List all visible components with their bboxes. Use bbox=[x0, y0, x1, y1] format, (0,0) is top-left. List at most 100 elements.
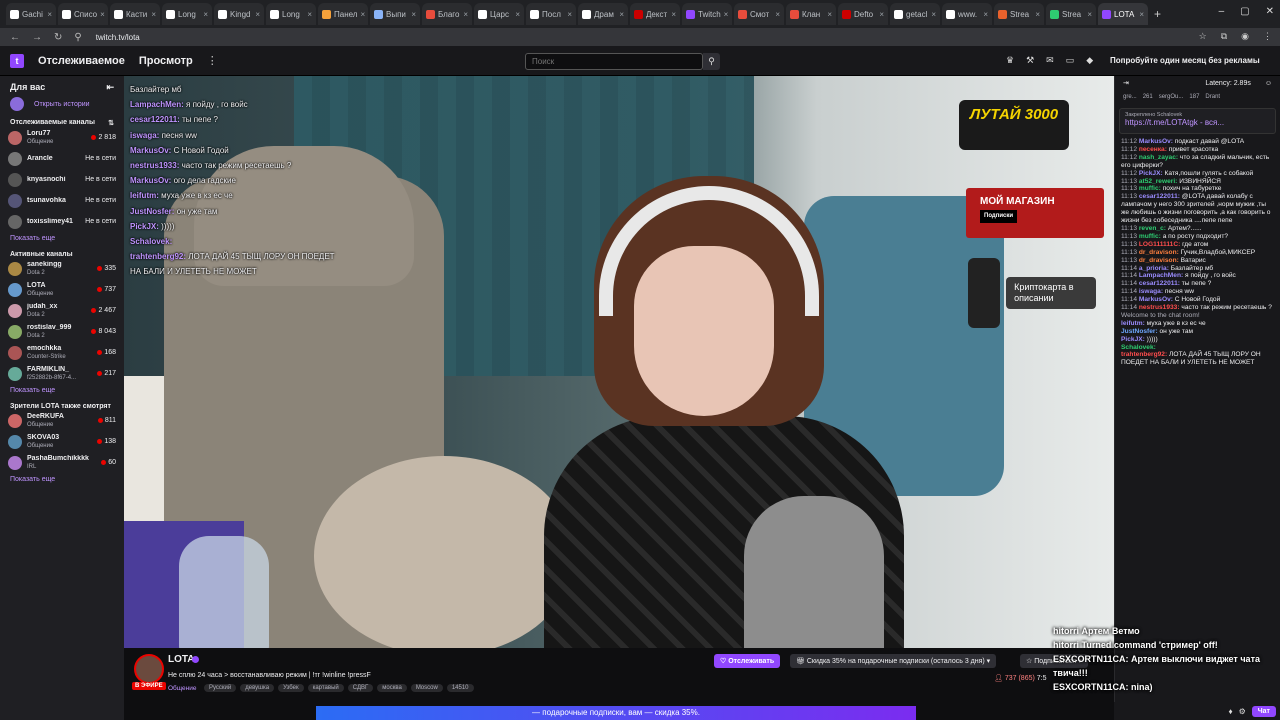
chat-username[interactable]: nash_zayac: bbox=[1139, 154, 1178, 161]
tag[interactable]: девушка bbox=[240, 684, 275, 692]
tag[interactable]: картавый bbox=[307, 684, 344, 692]
search-input[interactable] bbox=[525, 53, 703, 70]
browser-tab[interactable]: Long × bbox=[266, 3, 316, 25]
chat-username[interactable]: JustNosfer: bbox=[1121, 328, 1158, 335]
sort-icon[interactable]: ⇅ bbox=[108, 119, 114, 127]
chat-message[interactable]: 11:13 muffic: а по росту подходит? bbox=[1121, 233, 1274, 241]
tag[interactable]: москва bbox=[377, 684, 407, 692]
url-field[interactable]: twitch.tv/lota bbox=[96, 33, 140, 42]
crypto-card-overlay[interactable]: Криптокарта в описании bbox=[968, 258, 1096, 328]
tab-close-icon[interactable]: × bbox=[47, 10, 52, 19]
tag[interactable]: Moscow bbox=[410, 684, 443, 692]
tab-close-icon[interactable]: × bbox=[203, 10, 208, 19]
sidebar-channel[interactable]: toxisslimey41 Не в сети bbox=[0, 211, 124, 232]
tab-close-icon[interactable]: × bbox=[255, 10, 260, 19]
bits-icon[interactable]: ♦ bbox=[1228, 707, 1232, 716]
chat-username[interactable]: MarkusOv: bbox=[1139, 138, 1173, 145]
browser-tab[interactable]: Драм × bbox=[578, 3, 628, 25]
pinned-link[interactable]: https://t.me/LOTAtgk - вся... bbox=[1125, 118, 1270, 127]
chat-username[interactable]: PickJX: bbox=[1139, 170, 1163, 177]
extensions-icon[interactable]: ⧉ bbox=[1221, 31, 1227, 42]
chat-username[interactable]: песенка: bbox=[1139, 146, 1167, 153]
tab-close-icon[interactable]: × bbox=[619, 10, 624, 19]
tag[interactable]: Русский bbox=[204, 684, 237, 692]
collapse-icon[interactable]: ⇤ bbox=[106, 82, 114, 93]
tools-icon[interactable]: ⚒ bbox=[1026, 55, 1034, 66]
chat-message[interactable]: JustNosfer: он уже там bbox=[1121, 328, 1274, 336]
collapse-chat-icon[interactable]: ⇥ bbox=[1123, 79, 1129, 87]
back-icon[interactable]: ← bbox=[10, 32, 20, 43]
shop-overlay[interactable]: МОЙ МАГАЗИН Подписки bbox=[966, 188, 1104, 238]
forward-icon[interactable]: → bbox=[32, 32, 42, 43]
tab-close-icon[interactable]: × bbox=[463, 10, 468, 19]
lutai-overlay[interactable]: ЛУТАЙ 3000 bbox=[959, 100, 1069, 150]
users-icon[interactable]: ☺ bbox=[1265, 80, 1272, 87]
browser-tab[interactable]: Выпи × bbox=[370, 3, 420, 25]
search-icon[interactable]: ⚲ bbox=[703, 53, 720, 70]
chat-username[interactable]: reven_c: bbox=[1139, 225, 1166, 232]
chat-message[interactable]: 11:13 dr_dravison: Гучик,Владбой,МИКСЕР bbox=[1121, 249, 1274, 257]
crown-icon[interactable]: ♛ bbox=[1006, 55, 1014, 66]
chat-username[interactable]: cesar122011: bbox=[1139, 280, 1180, 287]
browser-tab[interactable]: Списо × bbox=[58, 3, 108, 25]
leaderboard-entry[interactable]: gre... bbox=[1123, 94, 1137, 100]
browser-tab[interactable]: Gachi × bbox=[6, 3, 56, 25]
tab-close-icon[interactable]: × bbox=[775, 10, 780, 19]
pinned-message[interactable]: Закреплено Schalovek https://t.me/LOTAtg… bbox=[1119, 108, 1276, 134]
browser-tab[interactable]: Касти × bbox=[110, 3, 160, 25]
browser-tab[interactable]: getacl × bbox=[890, 3, 940, 25]
prime-promo-button[interactable]: Попробуйте один месяц без рекламы bbox=[1110, 56, 1260, 65]
reload-icon[interactable]: ↻ bbox=[54, 32, 62, 43]
stories-row[interactable]: Открыть истории bbox=[0, 93, 124, 113]
browser-tab[interactable]: www. × bbox=[942, 3, 992, 25]
nav-following[interactable]: Отслеживаемое bbox=[38, 55, 125, 67]
browser-tab[interactable]: Благо × bbox=[422, 3, 472, 25]
chat-message[interactable]: 11:13 reven_c: Артем?...... bbox=[1121, 225, 1274, 233]
maximize-icon[interactable]: ▢ bbox=[1240, 6, 1249, 17]
chat-message[interactable]: 11:14 MarkusOv: С Новой Годой bbox=[1121, 296, 1274, 304]
browser-tab[interactable]: Strea × bbox=[1046, 3, 1096, 25]
browser-tab[interactable]: Twitch × bbox=[682, 3, 732, 25]
tab-close-icon[interactable]: × bbox=[724, 10, 729, 19]
sidebar-channel[interactable]: Arancle Не в сети bbox=[0, 148, 124, 169]
tag[interactable]: СДВГ bbox=[347, 684, 374, 692]
chat-username[interactable]: at52_reweri: bbox=[1139, 178, 1178, 185]
chat-message[interactable]: 11:13 cesar122011: @LOTA давай колабу с … bbox=[1121, 193, 1274, 225]
chat-message[interactable]: 11:13 dr_dravison: Ватарис bbox=[1121, 257, 1274, 265]
show-more-active[interactable]: Показать еще bbox=[0, 384, 124, 397]
tab-close-icon[interactable]: × bbox=[307, 10, 312, 19]
gift-sub-button[interactable]: 🎁︎ Скидка 35% на подарочные подписки (ос… bbox=[790, 654, 997, 668]
leaderboard-entry[interactable]: sergOu... bbox=[1159, 94, 1184, 100]
chat-message[interactable]: trahtenberg92: ЛОТА ДАЙ 45 ТЫЩ ЛОРУ ОН П… bbox=[1121, 351, 1274, 367]
sidebar-channel[interactable]: SKOVA03 Общение 138 bbox=[0, 431, 124, 452]
chat-username[interactable]: LampachMen: bbox=[1139, 272, 1183, 279]
tab-close-icon[interactable]: × bbox=[411, 10, 416, 19]
browser-tab[interactable]: Панел × bbox=[318, 3, 368, 25]
chat-message[interactable]: 11:14 nestrus1933: часто так режим ресет… bbox=[1121, 304, 1274, 312]
tab-close-icon[interactable]: × bbox=[515, 10, 520, 19]
chat-username[interactable]: PickJX: bbox=[1121, 336, 1145, 343]
sidebar-channel[interactable]: Loru77 Общение 2 818 bbox=[0, 127, 124, 148]
tag[interactable]: Узбек bbox=[278, 684, 304, 692]
chat-message[interactable]: 11:12 песенка: привет красотка bbox=[1121, 146, 1274, 154]
browser-tab[interactable]: Клан × bbox=[786, 3, 836, 25]
chat-message[interactable]: 11:12 MarkusOv: подкаст давай @LOTA bbox=[1121, 138, 1274, 146]
sidebar-channel[interactable]: DeeRKUFA Общение 811 bbox=[0, 410, 124, 431]
leaderboard-entry[interactable]: 261 bbox=[1143, 94, 1153, 100]
menu-icon[interactable]: ⋮ bbox=[1263, 31, 1272, 42]
sidebar-channel[interactable]: sanekingg Dota 2 335 bbox=[0, 258, 124, 279]
chat-username[interactable]: a_prioria: bbox=[1139, 265, 1169, 272]
close-icon[interactable]: ✕ bbox=[1266, 6, 1274, 17]
leaderboard-entry[interactable]: Drant bbox=[1205, 94, 1220, 100]
show-more-followed[interactable]: Показать еще bbox=[0, 232, 124, 245]
chat-message[interactable]: PickJX: ))))) bbox=[1121, 336, 1274, 344]
sidebar-channel[interactable]: LOTA Общение 737 bbox=[0, 279, 124, 300]
sidebar-channel[interactable]: emochkka Counter-Strike 168 bbox=[0, 342, 124, 363]
chat-username[interactable]: iswaga: bbox=[1139, 288, 1163, 295]
chat-username[interactable]: cesar122011: bbox=[1139, 193, 1180, 200]
sidebar-channel[interactable]: rostislav_999 Dota 2 8 043 bbox=[0, 321, 124, 342]
browser-tab[interactable]: Царс × bbox=[474, 3, 524, 25]
browser-tab[interactable]: Strea × bbox=[994, 3, 1044, 25]
chat-message[interactable]: 11:14 cesar122011: ты пепе ? bbox=[1121, 280, 1274, 288]
notification-icon[interactable]: ◆ bbox=[1086, 55, 1093, 66]
